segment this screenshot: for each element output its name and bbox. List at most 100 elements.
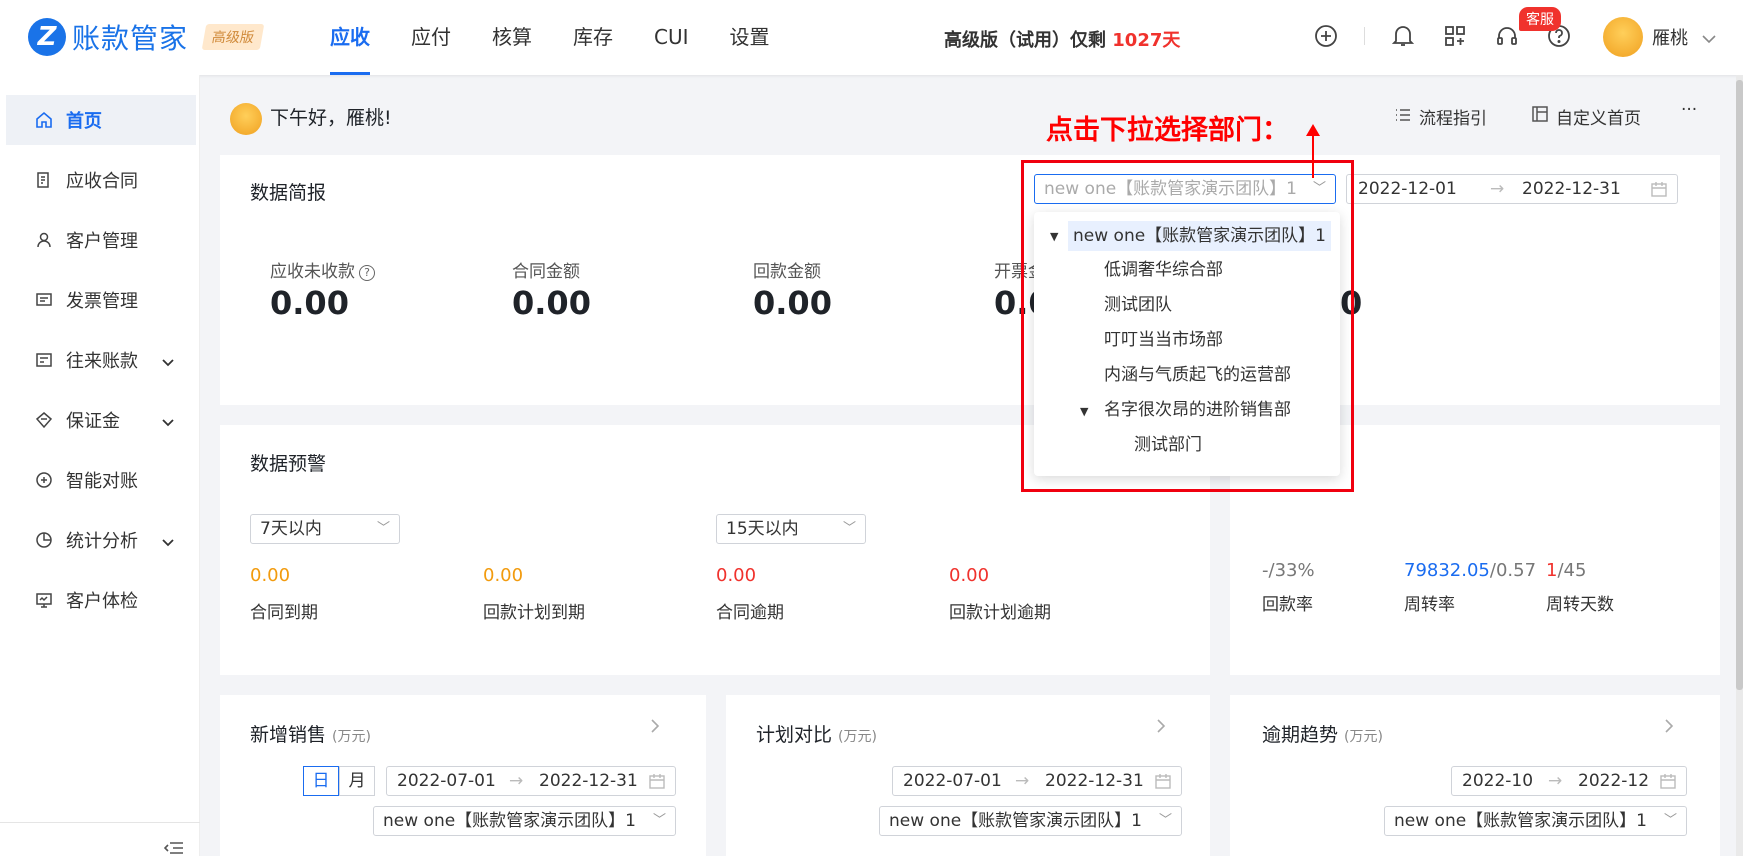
- guide-label: 流程指引: [1419, 109, 1487, 129]
- nav-receivable[interactable]: 应收: [330, 0, 370, 75]
- sidebar-item-invoices[interactable]: 发票管理: [6, 275, 196, 325]
- sidebar-item-label: 首页: [66, 111, 102, 132]
- annotation-arrow-icon: [1306, 124, 1320, 178]
- chevron-right-icon[interactable]: [1156, 718, 1166, 739]
- stat-value-payment: 0.00: [753, 284, 832, 322]
- stat-label-text: 应收未收款: [270, 262, 355, 282]
- stat-label-contract: 合同金额: [512, 262, 580, 282]
- chevron-right-icon[interactable]: [650, 718, 660, 739]
- warning-period-select-a[interactable]: 7天以内 ﹀: [250, 514, 400, 544]
- diamond-icon: [34, 410, 54, 430]
- unit-label: (万元): [332, 729, 371, 745]
- overdue-trend-dept-select[interactable]: new one【账款管家演示团队】1 ﹀: [1384, 806, 1687, 836]
- trial-days: 1027天: [1112, 30, 1181, 51]
- avatar[interactable]: [1603, 17, 1643, 57]
- customer-service-badge[interactable]: 客服: [1519, 7, 1561, 31]
- guide-link[interactable]: 流程指引: [1395, 104, 1487, 129]
- apps-grid-icon[interactable]: [1441, 22, 1469, 50]
- username[interactable]: 雁桃: [1652, 24, 1688, 50]
- toggle-day[interactable]: 日: [303, 766, 339, 796]
- stat-value-outstanding: 0.00: [270, 284, 349, 322]
- help-icon[interactable]: ?: [359, 265, 375, 281]
- toggle-month[interactable]: 月: [339, 766, 375, 796]
- stat-label-payment: 回款金额: [753, 262, 821, 282]
- collapse-menu-icon[interactable]: [163, 840, 184, 856]
- trial-prefix: 高级版（试用）仅剩: [944, 30, 1113, 51]
- chevron-down-icon[interactable]: [1702, 29, 1716, 49]
- sidebar-item-label: 保证金: [66, 411, 120, 432]
- arrow-right-icon: →: [509, 771, 524, 791]
- logo-text: 账款管家: [72, 22, 189, 55]
- warn-value-contract-due[interactable]: 0.00: [250, 565, 290, 586]
- nav-inventory[interactable]: 库存: [573, 0, 613, 75]
- overdue-trend-date-range[interactable]: 2022-10 → 2022-12: [1451, 766, 1687, 796]
- sidebar-item-analytics[interactable]: 统计分析: [6, 515, 196, 565]
- summary-date-range[interactable]: 2022-12-01 → 2022-12-31: [1346, 174, 1678, 204]
- date-start: 2022-07-01: [397, 771, 496, 791]
- plan-compare-dept-select[interactable]: new one【账款管家演示团队】1 ﹀: [879, 806, 1182, 836]
- sidebar-item-deposit[interactable]: 保证金: [6, 395, 196, 445]
- bell-icon[interactable]: [1389, 22, 1417, 50]
- card-title-text: 新增销售: [250, 724, 327, 746]
- logo[interactable]: Z 账款管家 高级版: [28, 17, 265, 57]
- more-menu-icon[interactable]: ···: [1681, 100, 1697, 120]
- sidebar-item-contracts[interactable]: 应收合同: [6, 155, 196, 205]
- arrow-right-icon: →: [1015, 771, 1030, 791]
- select-value: new one【账款管家演示团队】1: [383, 811, 636, 831]
- scrollbar-thumb[interactable]: [1736, 80, 1743, 690]
- date-start: 2022-07-01: [903, 771, 1002, 791]
- new-sales-title: 新增销售 (万元): [250, 720, 371, 747]
- new-sales-dept-select[interactable]: new one【账款管家演示团队】1 ﹀: [373, 806, 676, 836]
- date-start: 2022-10: [1462, 771, 1534, 791]
- nav-cui[interactable]: CUI: [654, 0, 689, 75]
- chevron-down-icon: ﹀: [652, 813, 666, 828]
- sidebar-item-checkup[interactable]: 客户体检: [6, 575, 196, 625]
- date-end: 2022-12-31: [1522, 179, 1621, 199]
- customize-home-link[interactable]: 自定义首页: [1532, 104, 1641, 129]
- rate-value: 33%: [1274, 560, 1315, 581]
- sidebar-item-label: 发票管理: [66, 291, 138, 312]
- sidebar-item-ledger[interactable]: 往来账款: [6, 335, 196, 385]
- plan-compare-date-range[interactable]: 2022-07-01 → 2022-12-31: [892, 766, 1182, 796]
- chevron-right-icon[interactable]: [1664, 718, 1674, 739]
- sidebar-item-label: 客户体检: [66, 591, 138, 612]
- annotation-highlight-box: [1021, 160, 1354, 492]
- chevron-down-icon: ﹀: [376, 521, 390, 536]
- calendar-icon: [649, 767, 665, 798]
- chevron-down-icon: [162, 411, 174, 432]
- headset-icon[interactable]: [1493, 22, 1521, 50]
- warn-value-plan-due[interactable]: 0.00: [483, 565, 523, 586]
- nav-accounting[interactable]: 核算: [492, 0, 532, 75]
- warn-label-plan-due: 回款计划到期: [483, 603, 585, 623]
- select-value: new one【账款管家演示团队】1: [889, 811, 1142, 831]
- list-icon: [1395, 107, 1411, 127]
- warn-value-contract-overdue[interactable]: 0.00: [716, 565, 756, 586]
- sidebar-item-customers[interactable]: 客户管理: [6, 215, 196, 265]
- new-sales-date-range[interactable]: 2022-07-01 → 2022-12-31: [386, 766, 676, 796]
- reconcile-icon: [34, 470, 54, 490]
- sidebar-item-reconcile[interactable]: 智能对账: [6, 455, 196, 505]
- contract-icon: [34, 170, 54, 190]
- home-icon: [34, 110, 54, 130]
- unit-label: (万元): [1344, 729, 1383, 745]
- invoice-icon: [34, 290, 54, 310]
- turnover-rate-value: 79832.05/0.57: [1404, 560, 1536, 581]
- nav-settings[interactable]: 设置: [730, 0, 770, 75]
- warning-period-select-b[interactable]: 15天以内 ﹀: [716, 514, 866, 544]
- warn-label-contract-overdue: 合同逾期: [716, 603, 784, 623]
- days-value: 1: [1546, 560, 1558, 581]
- sidebar-item-home[interactable]: 首页: [6, 95, 196, 145]
- overdue-trend-title: 逾期趋势 (万元): [1262, 720, 1383, 747]
- annotation-text: 点击下拉选择部门：: [1046, 115, 1289, 146]
- layout-icon: [1532, 106, 1548, 127]
- warn-value-plan-overdue[interactable]: 0.00: [949, 565, 989, 586]
- sidebar-item-label: 统计分析: [66, 531, 138, 552]
- trial-notice: 高级版（试用）仅剩 1027天: [944, 26, 1180, 52]
- ledger-icon: [34, 350, 54, 370]
- sidebar-item-label: 往来账款: [66, 351, 138, 372]
- stat-value-contract: 0.00: [512, 284, 591, 322]
- add-circle-icon[interactable]: [1312, 22, 1340, 50]
- warn-label-plan-overdue: 回款计划逾期: [949, 603, 1051, 623]
- turnover-rate-label: 周转率: [1404, 595, 1455, 615]
- nav-payable[interactable]: 应付: [411, 0, 451, 75]
